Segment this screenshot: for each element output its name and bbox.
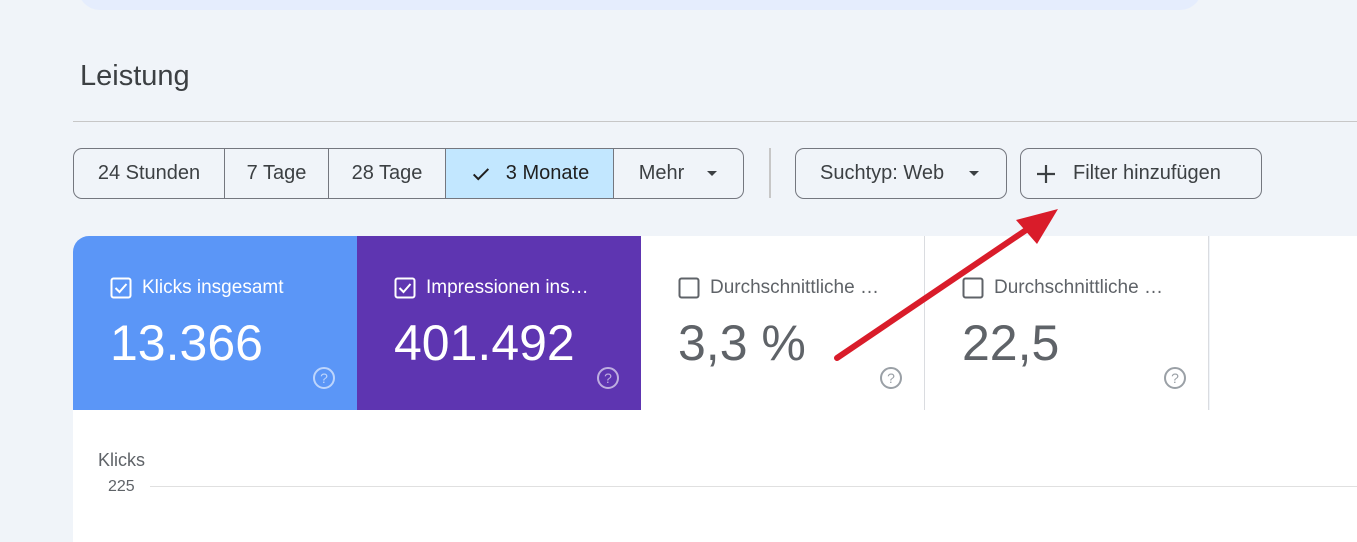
metric-header: Impressionen insgesamt — [394, 277, 598, 299]
more-ranges-button[interactable]: Mehr — [614, 149, 743, 198]
metric-card-ctr[interactable]: Durchschnittliche CTR 3,3 % ? — [641, 236, 925, 410]
metric-card-position[interactable]: Durchschnittliche Position 22,5 ? — [925, 236, 1209, 410]
metric-value: 22,5 — [962, 315, 1060, 371]
help-icon[interactable]: ? — [312, 366, 336, 390]
checkbox-checked-icon[interactable] — [110, 277, 132, 299]
range-28d-button[interactable]: 28 Tage — [329, 149, 446, 198]
metric-label: Klicks insgesamt — [142, 277, 284, 298]
toolbar-separator — [769, 148, 771, 198]
check-icon — [470, 163, 492, 185]
range-24h-label: 24 Stunden — [97, 162, 201, 184]
plus-icon — [1035, 163, 1057, 185]
divider — [73, 121, 1357, 122]
dropdown-arrow-icon — [706, 170, 718, 178]
date-range-selector: 24 Stunden 7 Tage 28 Tage 3 Monate Mehr — [73, 148, 744, 199]
metric-header: Klicks insgesamt — [110, 277, 284, 299]
range-3m-label: 3 Monate — [505, 162, 590, 184]
svg-text:?: ? — [320, 370, 328, 386]
range-3m-button[interactable]: 3 Monate — [446, 149, 614, 198]
search-type-dropdown[interactable]: Suchtyp: Web — [795, 148, 1007, 199]
chart-gridline — [150, 486, 1357, 487]
svg-text:?: ? — [604, 370, 612, 386]
help-icon[interactable]: ? — [1163, 366, 1187, 390]
add-filter-label: Filter hinzufügen — [1073, 162, 1221, 184]
cards-filler — [1210, 236, 1357, 410]
metric-value: 3,3 % — [678, 315, 806, 371]
metric-card-impressions[interactable]: Impressionen insgesamt 401.492 ? — [357, 236, 641, 410]
chart-area: Klicks 225 — [73, 410, 1357, 542]
add-filter-button[interactable]: Filter hinzufügen — [1020, 148, 1262, 199]
range-7d-label: 7 Tage — [246, 162, 307, 184]
help-icon[interactable]: ? — [596, 366, 620, 390]
help-icon[interactable]: ? — [879, 366, 903, 390]
range-24h-button[interactable]: 24 Stunden — [74, 149, 225, 198]
checkbox-unchecked-icon[interactable] — [678, 277, 700, 299]
search-type-label: Suchtyp: Web — [820, 162, 945, 184]
metric-cards: Klicks insgesamt 13.366 ? Impressionen i… — [73, 236, 1209, 410]
metric-value: 13.366 — [110, 315, 263, 371]
svg-text:?: ? — [1171, 370, 1179, 386]
checkbox-checked-icon[interactable] — [394, 277, 416, 299]
more-label: Mehr — [638, 162, 685, 184]
metric-header: Durchschnittliche CTR — [678, 277, 882, 299]
range-7d-button[interactable]: 7 Tage — [225, 149, 329, 198]
chart-y-title: Klicks — [98, 450, 146, 470]
range-28d-label: 28 Tage — [351, 162, 423, 184]
metric-card-clicks[interactable]: Klicks insgesamt 13.366 ? — [73, 236, 357, 410]
svg-text:?: ? — [887, 370, 895, 386]
metric-label: Impressionen insgesamt — [426, 277, 598, 298]
checkbox-unchecked-icon[interactable] — [962, 277, 984, 299]
dropdown-arrow-icon — [968, 170, 980, 178]
metric-header: Durchschnittliche Position — [962, 277, 1166, 299]
top-panel — [78, 0, 1202, 10]
metric-label: Durchschnittliche Position — [994, 277, 1166, 298]
chart-y-tick: 225 — [108, 478, 135, 495]
page-title: Leistung — [80, 60, 190, 92]
metric-label: Durchschnittliche CTR — [710, 277, 882, 298]
metric-value: 401.492 — [394, 315, 575, 371]
